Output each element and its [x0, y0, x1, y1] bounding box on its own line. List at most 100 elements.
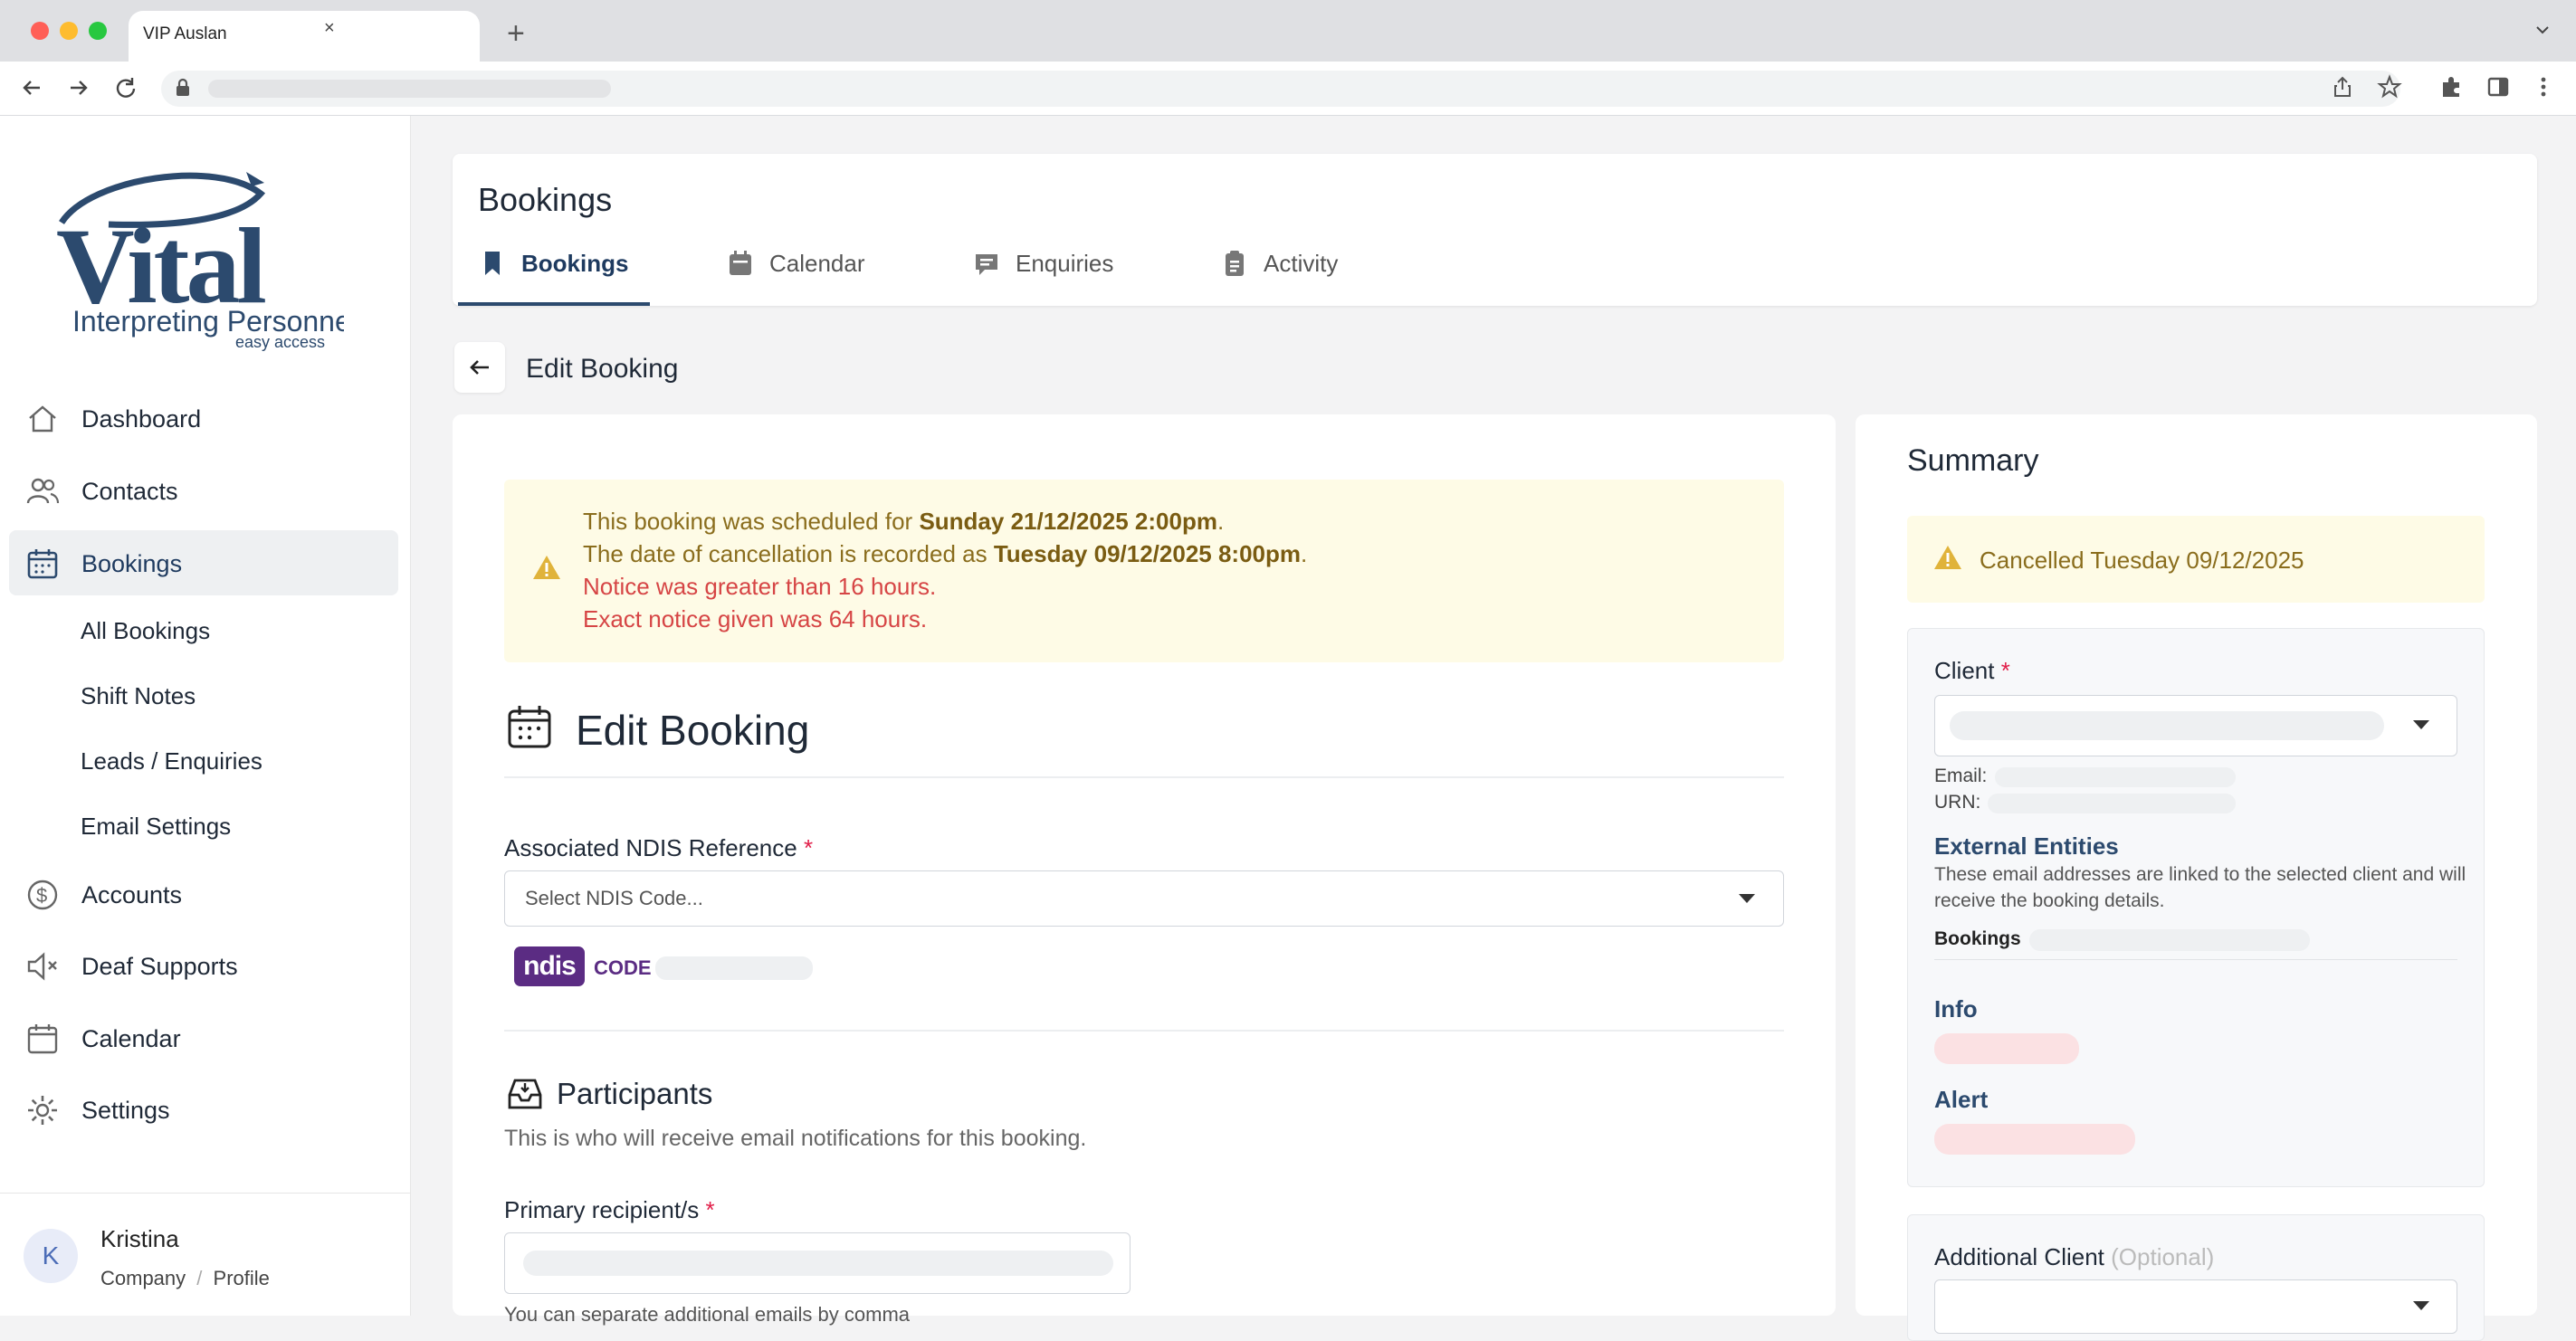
sidebar-item-dashboard[interactable]: Dashboard [9, 385, 398, 451]
sidebar-subitem-shift-notes[interactable]: Shift Notes [81, 682, 196, 710]
user-name: Kristina [100, 1225, 179, 1252]
ndis-select-placeholder: Select NDIS Code... [525, 887, 703, 909]
browser-menu-icon[interactable] [2531, 74, 2556, 100]
vital-logo[interactable]: Vital Interpreting Personnel easy access [54, 159, 344, 353]
sidebar-item-contacts[interactable]: Contacts [9, 458, 398, 523]
sidebar-item-bookings[interactable]: Bookings [9, 530, 398, 595]
lock-icon [177, 78, 189, 96]
gear-icon [28, 1096, 57, 1125]
browser-tab-title: VIP Auslan [143, 24, 227, 43]
chevron-down-icon [2413, 1301, 2429, 1310]
edit-booking-heading: Edit Booking [526, 354, 679, 384]
company-link[interactable]: Company [100, 1267, 186, 1289]
external-entities-title: External Entities [1934, 832, 2119, 860]
alert-exact-notice-text: Exact notice given was 64 hours. [583, 605, 928, 632]
info-label: Info [1934, 995, 1978, 1022]
side-panel-icon[interactable] [2485, 74, 2511, 100]
sidebar-subitem-all-bookings[interactable]: All Bookings [81, 617, 210, 645]
maximize-window-button[interactable] [89, 22, 107, 40]
chat-icon [976, 254, 997, 275]
forward-arrow-icon[interactable] [65, 74, 92, 101]
home-icon [29, 405, 56, 433]
ndis-code-label: CODE [594, 956, 652, 979]
avatar[interactable]: K [24, 1229, 78, 1283]
divider [504, 1030, 1784, 1032]
sidebar-item-label: Deaf Supports [81, 953, 238, 980]
inbox-icon [508, 1079, 542, 1109]
sidebar-item-accounts[interactable]: $ Accounts [9, 861, 398, 927]
warning-icon [533, 556, 560, 579]
bookmark-icon [485, 252, 500, 275]
page-title: Bookings [478, 181, 613, 218]
client-email-blurred [1995, 767, 2236, 787]
sidebar-divider [0, 1193, 411, 1194]
calendar-icon [508, 706, 551, 748]
client-label: Client * [1934, 657, 2010, 684]
primary-recipient-label: Primary recipient/s * [504, 1196, 715, 1223]
calendar-icon [730, 251, 751, 275]
share-icon[interactable] [2330, 74, 2355, 100]
form-title: Edit Booking [576, 707, 810, 754]
svg-text:easy access: easy access [235, 333, 325, 351]
reload-icon[interactable] [112, 74, 139, 101]
profile-link[interactable]: Profile [214, 1267, 270, 1289]
arrow-left-icon [470, 360, 489, 375]
ndis-logo: ndis [514, 946, 585, 986]
external-entities-description: These email addresses are linked to the … [1934, 864, 2466, 911]
alert-value-blurred [1934, 1124, 2135, 1155]
sidebar-item-label: Contacts [81, 478, 178, 505]
additional-client-label: Additional Client (Optional) [1934, 1243, 2215, 1270]
participants-title: Participants [557, 1077, 713, 1110]
sidebar-item-deaf-supports[interactable]: Deaf Supports [9, 933, 398, 998]
dollar-icon: $ [27, 880, 58, 910]
sidebar-subitem-email-settings[interactable]: Email Settings [81, 813, 231, 841]
alert-label: Alert [1934, 1086, 1989, 1113]
cancelled-status-text: Cancelled Tuesday 09/12/2025 [1980, 547, 2304, 574]
client-value-blurred [1950, 711, 2384, 740]
tab-list-chevron-icon[interactable] [2534, 22, 2551, 38]
extensions-puzzle-icon[interactable] [2438, 74, 2464, 100]
sidebar-item-calendar[interactable]: Calendar [9, 1005, 398, 1070]
bookings-entity-blurred [2029, 929, 2310, 951]
back-button[interactable] [454, 342, 505, 393]
svg-text:$: $ [36, 884, 47, 907]
email-hint: You can separate additional emails by co… [504, 1303, 911, 1326]
tab-label: Enquiries [1016, 250, 1114, 277]
client-email-label: Email: [1934, 766, 1988, 786]
additional-client-select[interactable] [1934, 1279, 2457, 1334]
calendar-grid-icon [27, 549, 58, 579]
sidebar-item-label: Bookings [81, 550, 183, 577]
sidebar-item-label: Accounts [81, 881, 183, 908]
sidebar-subitem-leads-enquiries[interactable]: Leads / Enquiries [81, 747, 262, 775]
sidebar-item-label: Settings [81, 1097, 170, 1124]
tab-close-icon[interactable]: × [324, 18, 335, 39]
alert-scheduled-text: This booking was scheduled for Sunday 21… [583, 508, 1225, 535]
bookmark-star-icon[interactable] [2377, 74, 2402, 100]
sidebar-item-label: Dashboard [81, 405, 202, 433]
info-value-blurred [1934, 1033, 2079, 1064]
sidebar-item-settings[interactable]: Settings [9, 1077, 398, 1142]
tab-label: Calendar [769, 250, 865, 277]
bookings-header-card [453, 154, 2537, 306]
divider [504, 776, 1784, 778]
close-window-button[interactable] [31, 22, 49, 40]
alert-cancellation-text: The date of cancellation is recorded as … [583, 540, 1308, 567]
users-icon [26, 478, 60, 504]
tab-label: Bookings [521, 250, 629, 277]
bookings-entity-label: Bookings [1934, 928, 2021, 949]
speaker-muted-icon [27, 952, 57, 981]
minimize-window-button[interactable] [60, 22, 78, 40]
chevron-down-icon [1739, 894, 1755, 903]
client-urn-label: URN: [1934, 792, 1981, 813]
new-tab-button[interactable]: + [507, 16, 525, 52]
user-links-separator: / [196, 1267, 203, 1289]
tab-label: Activity [1264, 250, 1339, 277]
back-arrow-icon[interactable] [18, 74, 45, 101]
summary-title: Summary [1907, 443, 2039, 478]
sidebar-item-label: Calendar [81, 1025, 181, 1052]
chevron-down-icon [2413, 720, 2429, 729]
client-urn-blurred [1988, 794, 2236, 813]
warning-icon [1934, 546, 1961, 569]
address-url-blurred [208, 80, 611, 98]
clipboard-icon [1226, 251, 1244, 276]
